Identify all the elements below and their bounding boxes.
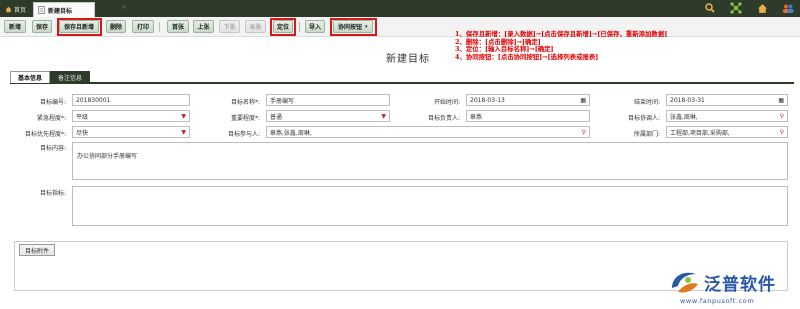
- importance-select[interactable]: 普通 ▼: [266, 110, 390, 122]
- tab-new-target-label: 新建目标: [48, 7, 73, 15]
- start-time-field[interactable]: 2018-03-13 ▦: [466, 94, 590, 106]
- content-value: 办公协同部分手册编写: [77, 153, 138, 160]
- owner-label: 目标负责人:: [427, 115, 460, 122]
- new-button[interactable]: 新增: [4, 20, 26, 33]
- close-tab-icon[interactable]: ×: [121, 3, 127, 11]
- code-value: 201830001: [76, 96, 111, 104]
- highlight-locate: [270, 18, 296, 36]
- department-label: 所属部门:: [633, 131, 660, 138]
- name-value: 手册编写: [270, 97, 295, 105]
- importance-label: 重要程度*:: [230, 115, 260, 122]
- tab-new-target[interactable]: 新建目标 ×: [33, 2, 127, 17]
- logo-url: www.fanpusoft.com: [680, 297, 755, 305]
- users-icon[interactable]: [782, 2, 794, 14]
- toolbar-separator: [299, 22, 300, 32]
- coordinator-field[interactable]: 张鑫,周琳, ⚲: [666, 110, 788, 122]
- end-time-label: 结束时间:: [633, 99, 660, 106]
- import-button[interactable]: 导入: [305, 20, 325, 33]
- document-icon: [38, 6, 45, 14]
- home-tab-icon: [5, 6, 12, 13]
- previous-record-button[interactable]: 上张: [193, 20, 214, 33]
- owner-value: 章燕: [470, 113, 483, 121]
- search-icon[interactable]: ⚲: [780, 113, 784, 120]
- end-time-field[interactable]: 2018-03-31 ▦: [666, 94, 788, 106]
- department-field[interactable]: 工程部,项目部,采购部, ⚲: [666, 126, 788, 138]
- logo-swirl-icon: [672, 272, 698, 293]
- toolbar: 新增 保存 保存且新增 删除 打印 首张 上张 下张 末张 定位 导入 协同按钮…: [0, 17, 800, 37]
- participants-label: 目标参与人:: [227, 131, 260, 138]
- content-label: 目标内容:: [39, 145, 66, 152]
- page-title: 新建目标: [386, 54, 430, 65]
- importance-value: 普通: [270, 113, 283, 121]
- name-label: 目标名称*:: [230, 99, 260, 106]
- next-record-button[interactable]: 下张: [219, 20, 240, 33]
- urgency-label: 紧急程度*:: [36, 115, 66, 122]
- home-icon[interactable]: [756, 2, 768, 14]
- start-time-label: 开始时间:: [433, 99, 460, 106]
- coordinator-value: 张鑫,周琳,: [670, 113, 698, 121]
- calendar-icon[interactable]: ▦: [580, 97, 586, 104]
- tab-basic-info[interactable]: 基本信息: [10, 71, 50, 83]
- form-tabs: 基本信息 备注信息: [10, 71, 794, 84]
- owner-field[interactable]: 章燕: [466, 110, 590, 122]
- delete-button[interactable]: 删除: [106, 20, 126, 33]
- logo-text: 泛普软件: [704, 274, 776, 295]
- urgency-select[interactable]: 平级 ▼: [72, 110, 190, 122]
- calendar-icon[interactable]: ▦: [778, 97, 784, 104]
- code-field[interactable]: 201830001: [72, 94, 190, 106]
- indicator-label: 目标指标:: [39, 190, 66, 197]
- tab-home-label: 首页: [14, 7, 27, 14]
- urgency-value: 平级: [76, 113, 89, 121]
- department-value: 工程部,项目部,采购部,: [670, 129, 730, 137]
- start-time-value: 2018-03-13: [470, 96, 505, 104]
- search-icon[interactable]: ⚲: [780, 129, 784, 136]
- save-button[interactable]: 保存: [32, 20, 52, 33]
- end-time-value: 2018-03-31: [670, 96, 705, 104]
- toolbar-separator: [159, 22, 160, 32]
- first-record-button[interactable]: 首张: [167, 20, 189, 33]
- print-button[interactable]: 打印: [132, 20, 154, 33]
- tab-home[interactable]: 首页: [2, 2, 32, 17]
- network-icon[interactable]: [730, 2, 742, 14]
- indicator-textarea[interactable]: [72, 186, 788, 226]
- tab-remark-info[interactable]: 备注信息: [50, 71, 90, 83]
- highlight-save-and-new: [57, 18, 102, 36]
- instruction-annotations: 1、保存且新增：[录入数据]→[点击保存且新增]→[已保存，重新添加数据] 2、…: [455, 30, 667, 61]
- dropdown-arrow-icon[interactable]: ▼: [181, 129, 186, 136]
- content-textarea[interactable]: 办公协同部分手册编写: [72, 142, 788, 180]
- participants-value: 章燕,张鑫,周琳,: [270, 129, 312, 137]
- tab-attachment[interactable]: 目标附件: [19, 244, 55, 256]
- brand-logo: 泛普软件: [668, 268, 776, 296]
- highlight-collab: [330, 18, 377, 36]
- participants-field[interactable]: 章燕,张鑫,周琳, ⚲: [266, 126, 590, 138]
- coordinator-label: 目标协调人:: [627, 115, 660, 122]
- search-icon[interactable]: ⚲: [582, 129, 586, 136]
- dropdown-arrow-icon[interactable]: ▼: [381, 113, 386, 120]
- priority-select[interactable]: 尽快 ▼: [72, 126, 190, 138]
- last-record-button[interactable]: 末张: [245, 20, 266, 33]
- search-icon[interactable]: [704, 2, 716, 14]
- priority-value: 尽快: [76, 129, 89, 137]
- code-label: 目标编号:: [39, 99, 66, 106]
- name-field[interactable]: 手册编写: [266, 94, 390, 106]
- priority-label: 目标优先程度*:: [24, 131, 66, 138]
- annotation-line: 4、协同按钮：[点击协同按钮]→[选择列表或报表]: [455, 52, 599, 61]
- top-tab-bar: 首页 新建目标 ×: [0, 0, 800, 17]
- dropdown-arrow-icon[interactable]: ▼: [181, 113, 186, 120]
